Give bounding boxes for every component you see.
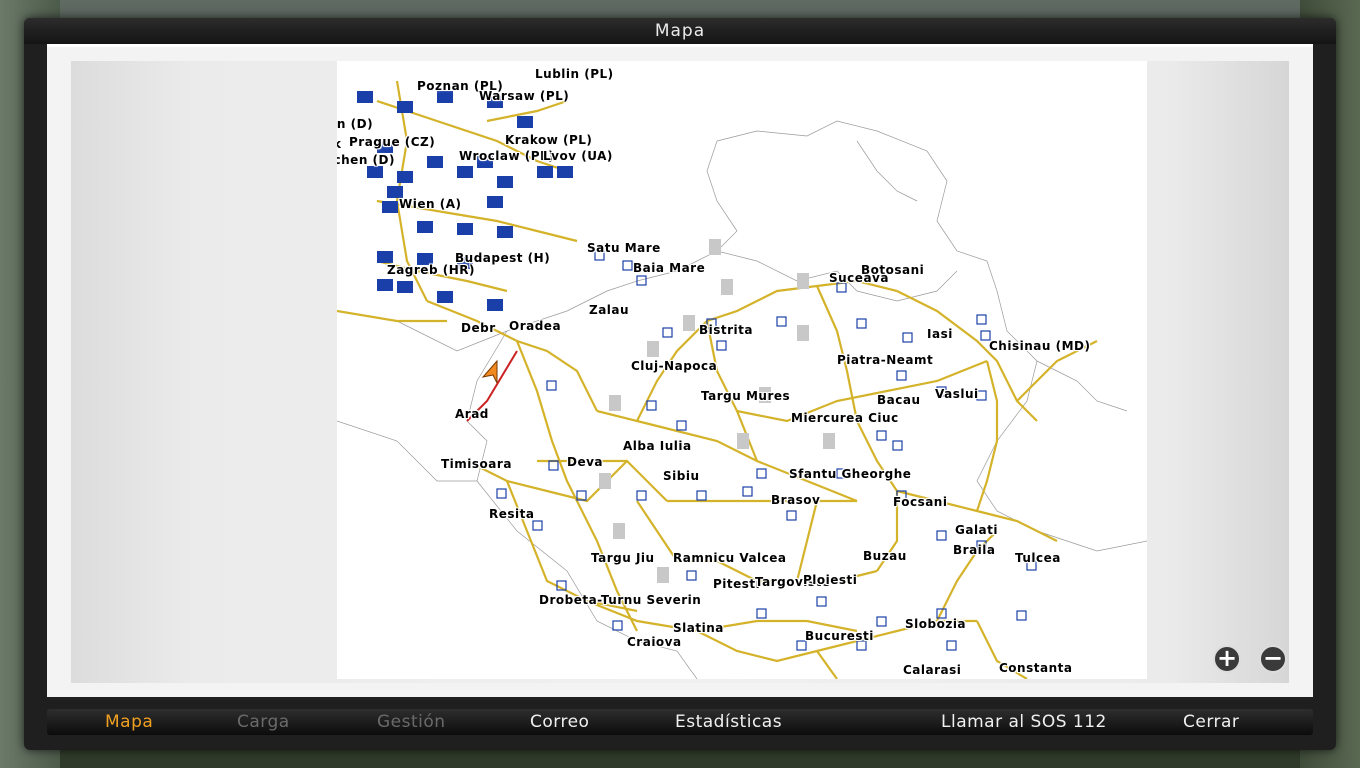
- city-label: Alba Iulia: [623, 439, 692, 453]
- city-label: Galati: [955, 523, 999, 537]
- city-label: Pitesti: [713, 577, 761, 591]
- city-label: Calarasi: [903, 663, 962, 677]
- menu-carga[interactable]: Carga: [237, 709, 290, 735]
- city-label: Buzau: [863, 549, 907, 563]
- city-label: Brasov: [771, 493, 821, 507]
- city-label: Iasi: [927, 327, 953, 341]
- city-label: Targu Mures: [701, 389, 791, 403]
- city-label: Zalau: [589, 303, 630, 317]
- city-label: Timisoara: [441, 457, 512, 471]
- city-label: Zagreb (HR): [387, 263, 475, 277]
- city-label: Resita: [489, 507, 535, 521]
- city-label: Frank: [337, 137, 341, 151]
- city-label: Lublin (PL): [535, 67, 614, 81]
- city-label: Vaslui: [935, 387, 979, 401]
- city-label: Wroclaw (PL): [459, 149, 555, 163]
- city-label: Ramnicu Valcea: [673, 551, 787, 565]
- map-content-area: Lublin (PL)Poznan (PL)Warsaw (PL)Berlin …: [47, 44, 1313, 697]
- city-label: Constanta: [999, 661, 1073, 675]
- city-label: Drobeta-Turnu Severin: [539, 593, 702, 607]
- city-label: Warsaw (PL): [479, 89, 570, 103]
- menu-gestion[interactable]: Gestión: [377, 709, 446, 735]
- city-label: Tulcea: [1015, 551, 1061, 565]
- city-label: Craiova: [627, 635, 682, 649]
- menu-sos[interactable]: Llamar al SOS 112: [941, 709, 1107, 735]
- menu-cerrar[interactable]: Cerrar: [1183, 709, 1239, 735]
- city-label: Targu Jiu: [591, 551, 655, 565]
- city-label: Satu Mare: [587, 241, 661, 255]
- city-label: Debr: [461, 321, 496, 335]
- city-label: Prague (CZ): [349, 135, 436, 149]
- city-label: Bistrita: [699, 323, 754, 337]
- city-label: Sibiu: [663, 469, 700, 483]
- city-label: Arad: [455, 407, 489, 421]
- city-label: Slatina: [673, 621, 724, 635]
- city-label: Baia Mare: [633, 261, 706, 275]
- map-window: Mapa Lublin (PL) Poznan (PL) Warsaw (PL)…: [24, 18, 1336, 750]
- city-label: Munchen (D): [337, 153, 395, 167]
- city-label: Braila: [953, 543, 996, 557]
- city-label: Focsani: [893, 495, 948, 509]
- menu-correo[interactable]: Correo: [530, 709, 589, 735]
- city-label: Suceava: [829, 271, 889, 285]
- city-label: Krakow (PL): [505, 133, 593, 147]
- city-label: Oradea: [509, 319, 562, 333]
- city-label: Piatra-Neamt: [837, 353, 934, 367]
- city-label: Bacau: [877, 393, 921, 407]
- city-label: Berlin (D): [337, 117, 374, 131]
- zoom-in-button[interactable]: +: [1213, 645, 1241, 673]
- city-label: Bucuresti: [805, 629, 874, 643]
- city-label: Slobozia: [905, 617, 967, 631]
- city-label: Miercurea Ciuc: [791, 411, 899, 425]
- menu-estadisticas[interactable]: Estadísticas: [675, 709, 782, 735]
- bottom-menu-bar: Mapa Carga Gestión Correo Estadísticas L…: [47, 709, 1313, 735]
- menu-mapa[interactable]: Mapa: [105, 709, 153, 735]
- city-label: Ploiesti: [803, 573, 858, 587]
- city-label: Lvov (UA): [543, 149, 613, 163]
- city-label: Wien (A): [399, 197, 462, 211]
- map-view[interactable]: Lublin (PL)Poznan (PL)Warsaw (PL)Berlin …: [337, 61, 1147, 679]
- city-label: Chisinau (MD): [989, 339, 1091, 353]
- zoom-out-button[interactable]: −: [1259, 645, 1287, 673]
- city-label: Sfantu Gheorghe: [789, 467, 912, 481]
- window-title: Mapa: [24, 18, 1336, 44]
- city-label: Deva: [567, 455, 604, 469]
- city-label: Cluj-Napoca: [631, 359, 718, 373]
